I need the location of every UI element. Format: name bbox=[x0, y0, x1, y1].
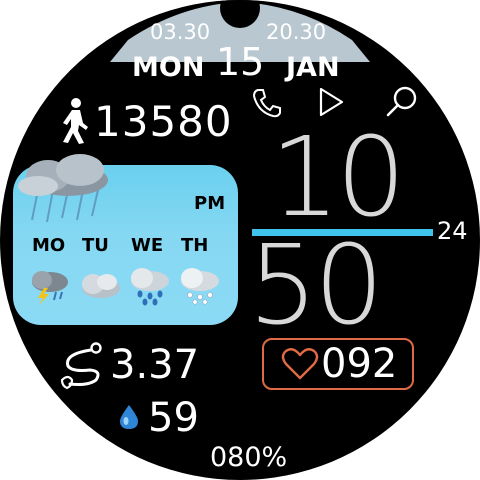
storm-cloud-icon bbox=[18, 154, 108, 223]
humidity-value: 59 bbox=[148, 395, 199, 441]
watch-face: 03.30 20.30 MON 15 JAN 13580 PM MO TU WE… bbox=[0, 0, 480, 480]
thunderstorm-icon bbox=[32, 271, 68, 305]
route-icon bbox=[60, 342, 102, 390]
time-format-label: 24 bbox=[437, 217, 468, 245]
time-hours: 10 bbox=[270, 113, 406, 241]
time-minutes: 50 bbox=[248, 221, 384, 349]
weather-day-tu: TU bbox=[82, 235, 109, 256]
rain-icon bbox=[131, 268, 169, 306]
weather-day-th: TH bbox=[181, 235, 209, 256]
weather-ampm: PM bbox=[194, 193, 226, 214]
weather-day-we: WE bbox=[131, 235, 164, 256]
battery-percentage: 080% bbox=[210, 442, 288, 473]
snow-icon bbox=[181, 268, 219, 305]
sunrise-time: 03.30 bbox=[150, 20, 211, 44]
water-drop-icon bbox=[120, 405, 138, 429]
walking-person-icon bbox=[63, 98, 88, 144]
heart-rate-value: 092 bbox=[321, 341, 398, 387]
weekday-label: MON bbox=[132, 52, 205, 83]
month-label: JAN bbox=[286, 52, 340, 83]
cloudy-icon bbox=[82, 274, 120, 298]
steps-count: 13580 bbox=[94, 97, 233, 146]
heart-icon bbox=[281, 348, 319, 380]
sunset-time: 20.30 bbox=[266, 20, 327, 44]
distance-value: 3.37 bbox=[110, 342, 200, 388]
day-number: 15 bbox=[216, 40, 265, 84]
weather-day-mo: MO bbox=[32, 235, 66, 256]
